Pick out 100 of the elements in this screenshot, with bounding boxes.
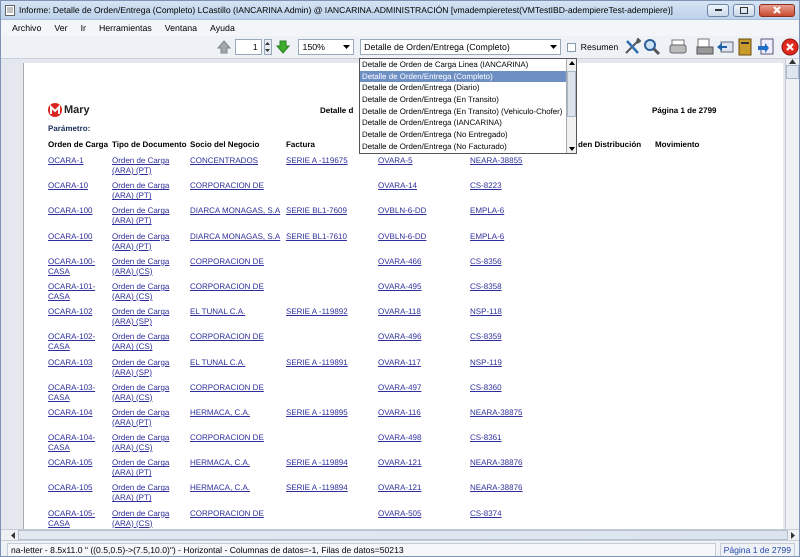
- report-link[interactable]: EMPLA-6: [470, 206, 504, 216]
- report-link[interactable]: HERMACA, C.A.: [190, 458, 250, 468]
- report-link[interactable]: OCARA-100: [48, 232, 92, 242]
- page-number-field[interactable]: 1: [235, 39, 262, 55]
- report-link[interactable]: Orden de Carga (ARA) (PT): [112, 458, 186, 478]
- report-link[interactable]: OCARA-105: [48, 483, 92, 494]
- report-link[interactable]: HERMACA, C.A.: [190, 483, 250, 494]
- report-link[interactable]: CORPORACION DE: [190, 181, 264, 192]
- report-link[interactable]: NSP-118: [470, 307, 502, 318]
- report-link[interactable]: NEARA-38875: [470, 408, 522, 418]
- report-link[interactable]: CS-8360: [470, 382, 502, 393]
- report-link[interactable]: OVARA-116: [378, 408, 421, 418]
- report-link[interactable]: EMPLA-6: [470, 232, 504, 242]
- report-link[interactable]: CORPORACION DE: [190, 282, 264, 292]
- report-link[interactable]: CORPORACION DE: [190, 433, 264, 444]
- report-link[interactable]: OVARA-14: [378, 181, 417, 192]
- logo-text: Mary: [64, 104, 90, 116]
- report-link[interactable]: OVARA-498: [378, 433, 422, 444]
- report-link[interactable]: EL TUNAL C.A.: [190, 358, 246, 368]
- report-link[interactable]: Orden de Carga (ARA) (SP): [112, 358, 186, 378]
- summary-label: Resumen: [580, 42, 618, 52]
- report-link[interactable]: OCARA-103-CASA: [48, 382, 108, 403]
- report-link[interactable]: OVARA-121: [378, 483, 422, 494]
- report-link[interactable]: OVARA-495: [378, 282, 422, 292]
- report-link[interactable]: CS-8358: [470, 282, 502, 292]
- report-link[interactable]: SERIE A -119675: [286, 156, 348, 166]
- report-link[interactable]: OCARA-10: [48, 181, 88, 192]
- report-link[interactable]: CORPORACION DE: [190, 332, 264, 342]
- report-link[interactable]: Orden de Carga (ARA) (PT): [112, 206, 186, 226]
- report-link[interactable]: OVARA-505: [378, 508, 422, 519]
- report-link[interactable]: Orden de Carga (ARA) (CS): [112, 256, 186, 277]
- report-link[interactable]: CS-8361: [470, 433, 502, 444]
- report-title: Detalle d: [320, 106, 354, 114]
- menu-item[interactable]: Herramientas: [94, 23, 160, 33]
- report-link[interactable]: NEARA-38876: [470, 483, 522, 494]
- report-link[interactable]: OVARA-5: [378, 156, 413, 166]
- report-link[interactable]: NEARA-38876: [470, 458, 522, 468]
- report-link[interactable]: SERIE A -119891: [286, 358, 348, 368]
- report-link[interactable]: OVARA-497: [378, 382, 422, 393]
- column-header: Factura: [286, 140, 315, 151]
- parameter-label: Parámetro:: [48, 124, 90, 135]
- report-dropdown[interactable]: Detalle de Orden/Entrega (Completo): [360, 39, 561, 55]
- menu-item[interactable]: Archivo: [7, 23, 50, 33]
- report-link[interactable]: CONCENTRADOS: [190, 156, 258, 166]
- report-link[interactable]: OCARA-102: [48, 307, 92, 318]
- report-link[interactable]: OCARA-103: [48, 358, 92, 368]
- report-link[interactable]: SERIE A -119895: [286, 408, 348, 418]
- report-link[interactable]: OCARA-102-CASA: [48, 332, 108, 352]
- report-link[interactable]: HERMACA, C.A.: [190, 408, 250, 418]
- report-link[interactable]: OCARA-105: [48, 458, 92, 468]
- report-link[interactable]: OVARA-466: [378, 256, 422, 267]
- report-link[interactable]: OVBLN-6-DD: [378, 206, 426, 216]
- menu-item[interactable]: Ventana: [160, 23, 206, 33]
- menu-item[interactable]: Ver: [49, 23, 76, 33]
- report-link[interactable]: Orden de Carga (ARA) (CS): [112, 282, 186, 302]
- status-text: na-letter - 8.5x11.0 " ((0.5,0.5)->(7.5,10.0)") - Horizontal - Columnas de datos=-1, Filas de datos=50213: [7, 543, 716, 556]
- report-link[interactable]: SERIE A -119894: [286, 458, 348, 468]
- column-header: Tipo de Documento: [112, 140, 187, 151]
- report-link[interactable]: Orden de Carga (ARA) (CS): [112, 508, 186, 529]
- report-link[interactable]: CS-8359: [470, 332, 502, 342]
- report-link[interactable]: OCARA-1: [48, 156, 84, 166]
- column-header: Socio del Negocio: [190, 140, 260, 151]
- report-link[interactable]: CS-8356: [470, 256, 502, 267]
- report-link[interactable]: SERIE A -119892: [286, 307, 348, 318]
- report-link[interactable]: OVARA-121: [378, 458, 422, 468]
- report-link[interactable]: Orden de Carga (ARA) (CS): [112, 332, 186, 352]
- report-link[interactable]: OCARA-101-CASA: [48, 282, 108, 302]
- menu-item[interactable]: Ir: [76, 23, 94, 33]
- report-link[interactable]: Orden de Carga (ARA) (SP): [112, 307, 186, 328]
- report-link[interactable]: CS-8374: [470, 508, 502, 519]
- report-link[interactable]: NSP-119: [470, 358, 502, 368]
- report-link[interactable]: Orden de Carga (ARA) (PT): [112, 181, 186, 202]
- report-link[interactable]: OVARA-496: [378, 332, 422, 342]
- report-link[interactable]: DIARCA MONAGAS, S.A: [190, 232, 280, 242]
- report-link[interactable]: EL TUNAL C.A.: [190, 307, 246, 318]
- report-link[interactable]: CORPORACION DE: [190, 382, 264, 393]
- report-link[interactable]: Orden de Carga (ARA) (PT): [112, 408, 186, 428]
- menu-item[interactable]: Ayuda: [205, 23, 243, 33]
- report-link[interactable]: OCARA-105-CASA: [48, 508, 108, 529]
- report-link[interactable]: OVBLN-6-DD: [378, 232, 426, 242]
- report-link[interactable]: OVARA-117: [378, 358, 421, 368]
- report-link[interactable]: Orden de Carga (ARA) (PT): [112, 156, 186, 176]
- report-link[interactable]: CS-8223: [470, 181, 502, 192]
- report-link[interactable]: Orden de Carga (ARA) (CS): [112, 382, 186, 403]
- report-link[interactable]: OCARA-104: [48, 408, 92, 418]
- report-link[interactable]: OCARA-100-CASA: [48, 256, 108, 277]
- zoom-dropdown[interactable]: 150%: [298, 39, 354, 55]
- report-link[interactable]: SERIE BL1-7610: [286, 232, 347, 242]
- report-link[interactable]: DIARCA MONAGAS, S.A: [190, 206, 280, 216]
- report-link[interactable]: CORPORACION DE: [190, 508, 264, 519]
- report-link[interactable]: OCARA-100: [48, 206, 92, 216]
- report-link[interactable]: OCARA-104-CASA: [48, 433, 108, 454]
- report-link[interactable]: SERIE BL1-7609: [286, 206, 347, 216]
- report-link[interactable]: OVARA-118: [378, 307, 421, 318]
- report-link[interactable]: CORPORACION DE: [190, 256, 264, 267]
- report-link[interactable]: NEARA-38855: [470, 156, 522, 166]
- report-link[interactable]: Orden de Carga (ARA) (PT): [112, 232, 186, 252]
- report-link[interactable]: Orden de Carga (ARA) (CS): [112, 433, 186, 454]
- report-link[interactable]: Orden de Carga (ARA) (PT): [112, 483, 186, 504]
- report-link[interactable]: SERIE A -119894: [286, 483, 348, 494]
